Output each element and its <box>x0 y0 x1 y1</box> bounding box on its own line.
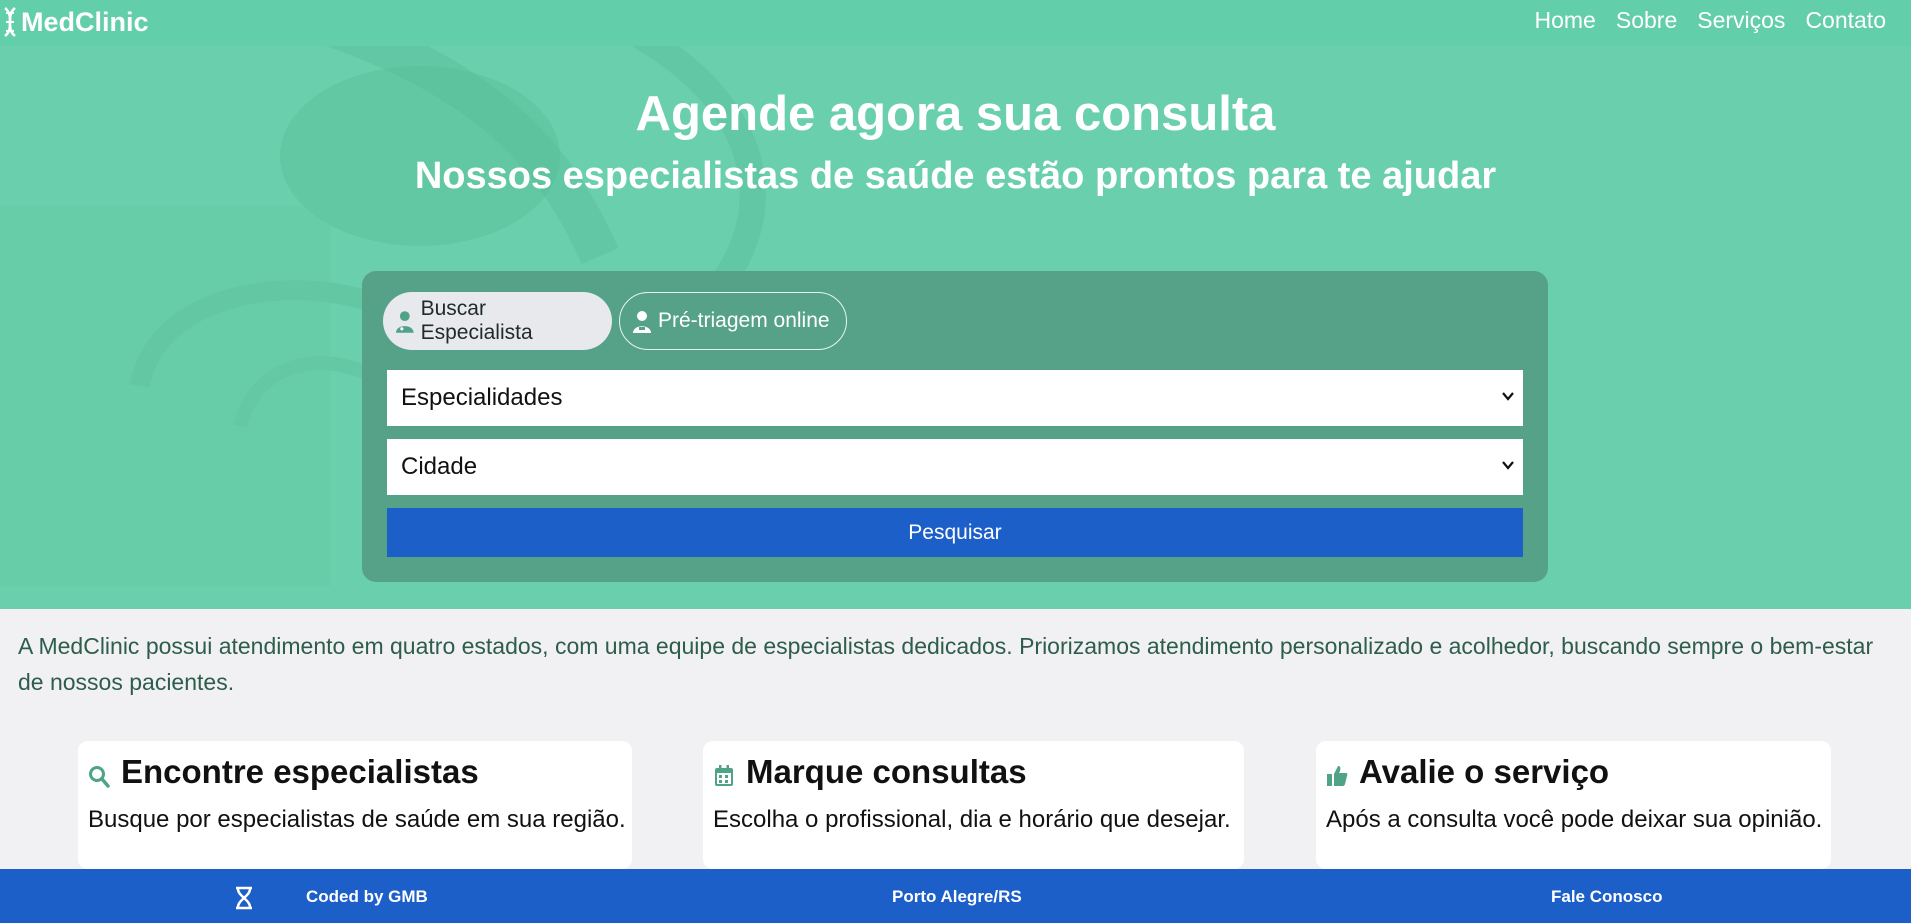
thumbs-up-icon <box>1327 766 1348 786</box>
feature-card-book-appointments: Marque consultas Escolha o profissional,… <box>703 741 1244 869</box>
feature-title: Avalie o serviço <box>1359 753 1610 790</box>
specialty-select-value: Especialidades <box>401 384 563 411</box>
feature-title: Encontre especialistas <box>121 753 479 790</box>
doctor-icon <box>395 311 414 333</box>
feature-description: Escolha o profissional, dia e horário qu… <box>713 806 1231 833</box>
feature-description: Busque por especialistas de saúde em sua… <box>88 806 626 833</box>
nav-about-link[interactable]: Sobre <box>1616 7 1677 34</box>
nav-home-link[interactable]: Home <box>1535 7 1596 34</box>
hourglass-dna-icon <box>236 886 252 910</box>
hero-title: Agende agora sua consulta <box>635 87 1276 141</box>
footer: Coded by GMB Porto Alegre/RS Fale Conosc… <box>0 869 1911 923</box>
footer-contact-link[interactable]: Fale Conosco <box>1551 887 1662 907</box>
patient-icon <box>633 311 651 333</box>
feature-card-rate-service: Avalie o serviço Após a consulta você po… <box>1316 741 1831 869</box>
search-panel: Buscar Especialista Pré-triagem online E… <box>362 271 1548 582</box>
main-nav: Home Sobre Serviços Contato <box>1535 7 1887 34</box>
hero-section: Agende agora sua consulta Nossos especia… <box>0 46 1911 609</box>
specialty-select[interactable]: Especialidades <box>387 370 1523 426</box>
dna-icon <box>4 7 16 37</box>
logo-text: MedClinic <box>21 6 149 37</box>
tab-online-triage-label: Pré-triagem online <box>658 309 830 332</box>
city-select-value: Cidade <box>401 453 478 480</box>
search-icon <box>89 766 110 788</box>
intro-text: A MedClinic possui atendimento em quatro… <box>18 633 1874 695</box>
search-button[interactable]: Pesquisar <box>387 508 1523 557</box>
chevron-down-icon <box>1502 392 1514 401</box>
brand-logo[interactable]: MedClinic <box>1 4 149 40</box>
footer-location: Porto Alegre/RS <box>892 887 1022 906</box>
city-select[interactable]: Cidade <box>387 439 1523 495</box>
hero-subtitle: Nossos especialistas de saúde estão pron… <box>414 155 1497 197</box>
feature-card-find-specialists: Encontre especialistas Busque por especi… <box>78 741 632 869</box>
nav-services-link[interactable]: Serviços <box>1697 7 1785 34</box>
footer-credit: Coded by GMB <box>306 887 428 906</box>
nav-contact-link[interactable]: Contato <box>1805 7 1886 34</box>
top-navbar: MedClinic Home Sobre Serviços Contato <box>0 0 1911 46</box>
tab-find-specialist[interactable]: Buscar Especialista <box>383 292 612 350</box>
calendar-icon <box>715 765 733 786</box>
feature-description: Após a consulta você pode deixar sua opi… <box>1326 806 1823 833</box>
tab-find-specialist-label: Buscar Especialista <box>420 297 533 344</box>
feature-title: Marque consultas <box>746 753 1027 790</box>
tab-online-triage[interactable]: Pré-triagem online <box>619 292 847 350</box>
chevron-down-icon <box>1502 461 1514 470</box>
